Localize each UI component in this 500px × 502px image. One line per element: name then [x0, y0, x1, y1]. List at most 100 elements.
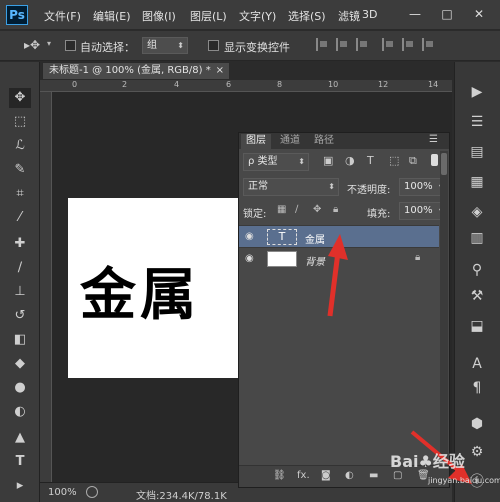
fill-value: 100%	[404, 205, 433, 216]
menu-file[interactable]: 文件(F)	[44, 8, 81, 24]
blend-mode-value: 正常	[248, 181, 268, 192]
ruler-vertical	[40, 92, 52, 482]
lock-position-icon[interactable]: ✥	[313, 204, 321, 215]
move-tool-icon[interactable]: ✥	[9, 88, 31, 108]
crop-tool-icon[interactable]: ⌗	[9, 184, 31, 204]
brush-tool-icon[interactable]: ∕	[9, 258, 31, 278]
tool-presets-icon[interactable]: ⚒	[463, 284, 491, 308]
auto-select-value: 组	[147, 40, 157, 51]
layer-filter-dropdown[interactable]: ρ 类型 ⬍	[243, 153, 309, 171]
filter-toggle-icon[interactable]	[431, 154, 438, 166]
dodge-tool-icon[interactable]: ◐	[9, 402, 31, 422]
healing-brush-tool-icon[interactable]: ✚	[9, 234, 31, 254]
history-brush-tool-icon[interactable]: ↺	[9, 306, 31, 326]
paint-bucket-tool-icon[interactable]: ◆	[9, 354, 31, 374]
type-tool-icon[interactable]: T	[9, 452, 31, 472]
filter-pixel-icon[interactable]: ▣	[323, 154, 333, 167]
auto-select-checkbox[interactable]	[65, 40, 76, 51]
show-transform-checkbox[interactable]	[208, 40, 219, 51]
character-icon[interactable]: A	[463, 352, 491, 376]
folder-icon[interactable]: ▬	[369, 470, 378, 481]
fx-icon[interactable]: fx.	[297, 470, 310, 481]
align-hcenter-icon[interactable]	[402, 38, 414, 51]
channels-icon[interactable]: ⬓	[463, 314, 491, 338]
zoom-level[interactable]: 100%	[48, 487, 77, 498]
layer-filter-value: ρ 类型	[248, 156, 278, 167]
tab-channels[interactable]: 通道	[275, 134, 305, 149]
filter-type-icon[interactable]: T	[367, 154, 374, 167]
ruler-horizontal: 0 2 4 6 8 10 12 14	[40, 80, 452, 92]
blur-tool-icon[interactable]: ●	[9, 378, 31, 398]
dropdown-arrow-icon: ⬍	[177, 41, 184, 50]
pen-tool-icon[interactable]: ▲	[9, 428, 31, 448]
opacity-value: 100%	[404, 181, 433, 192]
eyedropper-tool-icon[interactable]: ⁄	[9, 208, 31, 228]
align-bottom-icon[interactable]	[356, 38, 368, 51]
visibility-eye-icon[interactable]: ◉	[245, 231, 254, 242]
baidu-watermark: Bai♣经验	[390, 452, 465, 471]
align-right-icon[interactable]	[422, 38, 434, 51]
menu-type[interactable]: 文字(Y)	[239, 8, 276, 24]
paragraph-icon[interactable]: ¶	[463, 376, 491, 400]
eraser-tool-icon[interactable]: ◧	[9, 330, 31, 350]
tab-layers[interactable]: 图层	[241, 134, 271, 149]
fill-label: 填充:	[367, 209, 391, 220]
filter-smart-object-icon[interactable]: ⧉	[409, 154, 417, 168]
menu-bar: Ps 文件(F) 编辑(E) 图像(I) 图层(L) 文字(Y) 选择(S) 滤…	[0, 0, 500, 30]
marquee-tool-icon[interactable]: ⬚	[9, 112, 31, 132]
ruler-label: 14	[428, 80, 439, 89]
brush-presets-icon[interactable]: ⚲	[463, 258, 491, 282]
dropdown-arrow-icon: ⬍	[328, 182, 335, 191]
align-left-icon[interactable]	[382, 38, 394, 51]
lasso-tool-icon[interactable]: ℒ	[9, 136, 31, 156]
menu-3d[interactable]: 3D	[362, 8, 377, 21]
filter-adjustment-icon[interactable]: ◑	[345, 154, 355, 167]
auto-select-dropdown[interactable]: 组 ⬍	[142, 37, 188, 54]
menu-image[interactable]: 图像(I)	[142, 8, 176, 24]
history-icon[interactable]: ☰	[463, 110, 491, 134]
minimize-button[interactable]: —	[404, 4, 426, 24]
lock-transparent-icon[interactable]: ▦	[277, 204, 286, 215]
swatches-icon[interactable]: ▦	[463, 170, 491, 194]
styles-icon[interactable]: ▥	[463, 226, 491, 250]
align-top-icon[interactable]	[316, 38, 328, 51]
color-icon[interactable]: ◈	[463, 200, 491, 224]
show-transform-label: 显示变换控件	[224, 41, 290, 54]
document-tab[interactable]: 未标题-1 @ 100% (金属, RGB/8) * ×	[42, 62, 230, 80]
ruler-label: 0	[72, 80, 78, 89]
background-layer-thumbnail	[267, 251, 297, 267]
lock-all-icon[interactable]: 🔒︎	[333, 204, 338, 215]
menu-layer[interactable]: 图层(L)	[190, 8, 227, 24]
panel-menu-icon[interactable]: ☰	[429, 134, 438, 145]
maximize-button[interactable]: □	[436, 4, 458, 24]
link-icon[interactable]: ⛓	[273, 470, 286, 481]
close-window-button[interactable]: ✕	[468, 4, 490, 24]
layer-lock-icon: 🔒︎	[415, 252, 421, 263]
clone-stamp-tool-icon[interactable]: ⊥	[9, 282, 31, 302]
tool-preset-chevron-icon[interactable]: ▾	[47, 39, 51, 48]
status-info-icon[interactable]	[86, 486, 98, 498]
path-selection-tool-icon[interactable]: ▸	[9, 476, 31, 496]
ruler-label: 4	[174, 80, 180, 89]
mask-icon[interactable]: ◙	[321, 470, 331, 481]
blend-mode-dropdown[interactable]: 正常 ⬍	[243, 178, 339, 196]
scrollbar-thumb[interactable]	[441, 153, 447, 175]
layers-panel-tabs: 图层 通道 路径 ☰	[239, 133, 449, 149]
quick-select-tool-icon[interactable]: ✎	[9, 160, 31, 180]
menu-edit[interactable]: 编辑(E)	[93, 8, 131, 24]
align-vcenter-icon[interactable]	[336, 38, 348, 51]
properties-icon[interactable]: ▤	[463, 140, 491, 164]
layers-scrollbar[interactable]	[440, 151, 448, 461]
adjustment-icon[interactable]: ◐	[345, 470, 354, 481]
close-tab-icon[interactable]: ×	[216, 63, 224, 79]
canvas-text-layer[interactable]: 金属	[80, 250, 200, 331]
filter-shape-icon[interactable]: ⬚	[389, 154, 399, 167]
lock-label: 锁定:	[243, 209, 267, 220]
move-tool-icon[interactable]: ▸✥	[24, 38, 40, 52]
play-action-icon[interactable]: ▶	[463, 80, 491, 104]
visibility-eye-icon[interactable]: ◉	[245, 253, 254, 264]
menu-select[interactable]: 选择(S)	[288, 8, 326, 24]
menu-filter[interactable]: 滤镜	[338, 8, 360, 24]
tab-paths[interactable]: 路径	[309, 134, 339, 149]
lock-pixels-icon[interactable]: ∕	[295, 204, 298, 215]
